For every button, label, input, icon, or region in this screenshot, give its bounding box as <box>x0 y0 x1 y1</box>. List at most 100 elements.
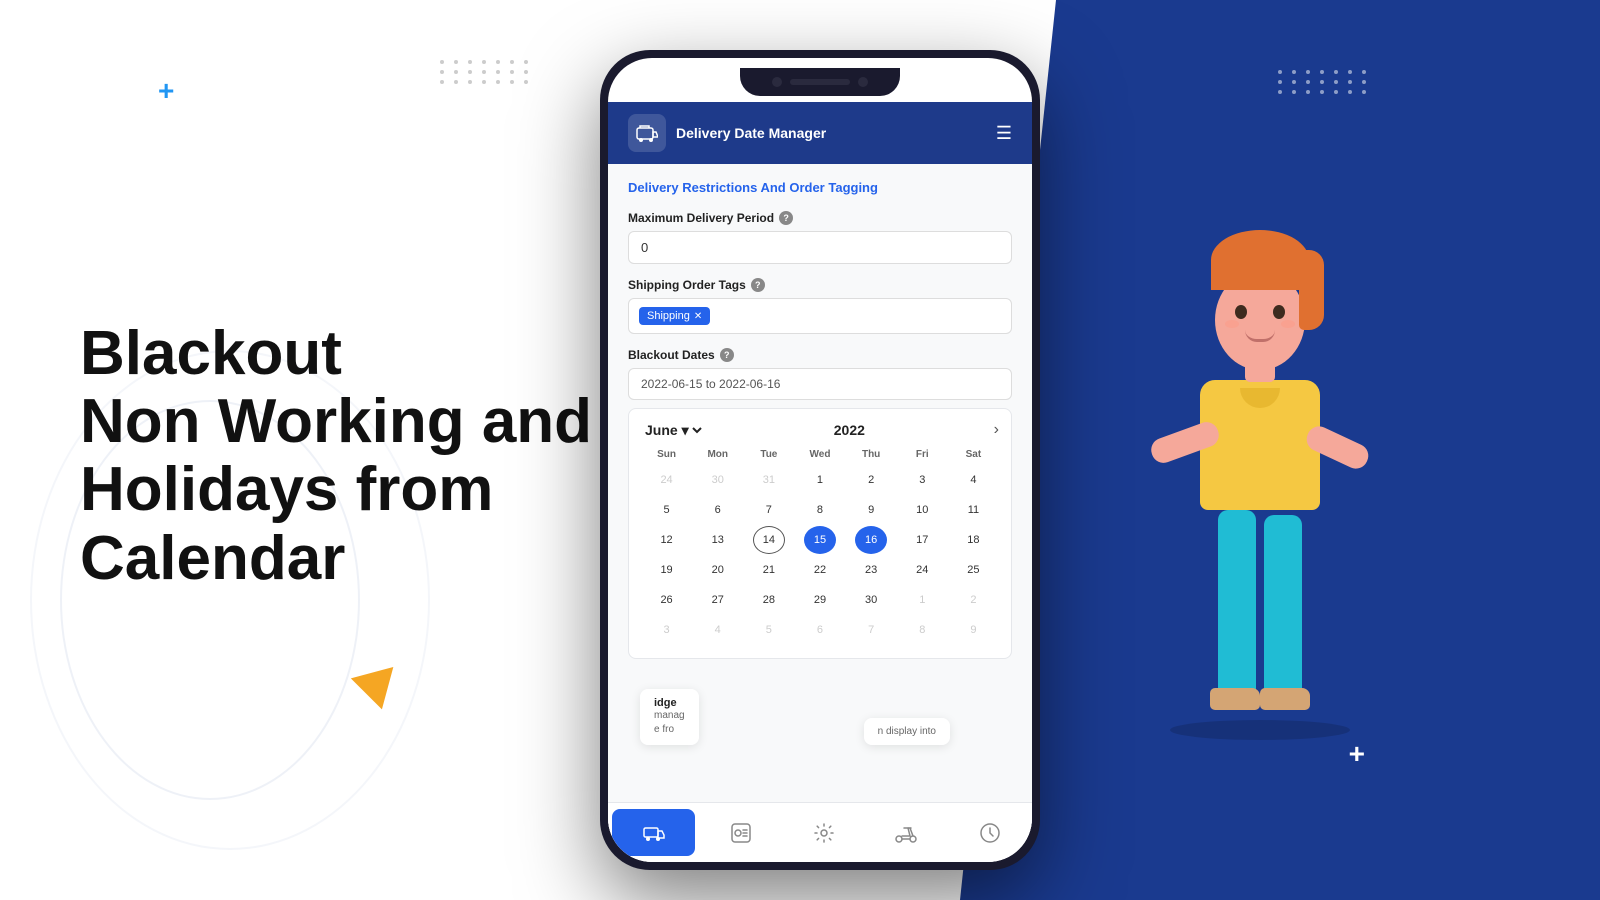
cal-cell[interactable]: 27 <box>702 586 734 614</box>
character-figure <box>1100 130 1420 750</box>
cal-cell[interactable]: 20 <box>702 556 734 584</box>
calendar-year: 2022 <box>834 422 865 438</box>
calendar-header: June ▾ 2022 › <box>641 421 999 439</box>
cal-cell[interactable]: 1 <box>804 466 836 494</box>
phone-notch <box>740 68 900 96</box>
cal-cell[interactable]: 5 <box>753 616 785 644</box>
settings-nav-icon <box>810 819 838 847</box>
orders-nav-icon <box>727 819 755 847</box>
character-hair <box>1211 230 1309 290</box>
cal-cell[interactable]: 13 <box>702 526 734 554</box>
cal-cell[interactable]: 31 <box>753 466 785 494</box>
day-thu: Thu <box>846 449 897 460</box>
day-wed: Wed <box>794 449 845 460</box>
character-shadow <box>1170 720 1350 740</box>
shipping-tag[interactable]: Shipping ✕ <box>639 307 710 325</box>
delivery-nav-icon <box>640 819 668 847</box>
cal-cell[interactable]: 25 <box>957 556 989 584</box>
cal-cell[interactable]: 22 <box>804 556 836 584</box>
cal-cell[interactable]: 30 <box>855 586 887 614</box>
cal-cell[interactable]: 8 <box>804 496 836 524</box>
notch-camera-2 <box>858 77 868 87</box>
cal-cell[interactable]: 10 <box>906 496 938 524</box>
calendar-week-5: 26 27 28 29 30 1 2 <box>641 586 999 614</box>
cal-cell[interactable]: 17 <box>906 526 938 554</box>
app-logo-icon <box>628 114 666 152</box>
nav-item-delivery[interactable] <box>612 809 695 856</box>
character-torso <box>1200 380 1320 510</box>
hamburger-menu-icon[interactable]: ☰ <box>996 123 1012 144</box>
cal-cell[interactable]: 2 <box>957 586 989 614</box>
left-overlay-card: idge manage fro <box>640 689 699 745</box>
cal-cell[interactable]: 7 <box>753 496 785 524</box>
cal-cell[interactable]: 7 <box>855 616 887 644</box>
calendar-grid: Sun Mon Tue Wed Thu Fri Sat 24 <box>641 449 999 644</box>
max-delivery-help-icon[interactable]: ? <box>779 211 793 225</box>
right-overlay-text: n display into <box>878 726 936 737</box>
nav-item-scooter[interactable] <box>866 803 949 862</box>
plus-blue-icon: + <box>158 75 174 107</box>
bottom-nav <box>608 802 1032 862</box>
phone-screen: Delivery Date Manager ☰ Delivery Restric… <box>608 102 1032 862</box>
cal-cell-16-selected[interactable]: 16 <box>855 526 887 554</box>
calendar: June ▾ 2022 › Sun Mon Tue Wed Thu <box>628 408 1012 659</box>
nav-item-orders[interactable] <box>699 803 782 862</box>
cal-cell[interactable]: 6 <box>702 496 734 524</box>
cal-cell[interactable]: 2 <box>855 466 887 494</box>
cal-cell[interactable]: 3 <box>651 616 683 644</box>
month-select[interactable]: June ▾ <box>641 421 705 439</box>
blackout-date-input[interactable]: 2022-06-15 to 2022-06-16 <box>628 368 1012 400</box>
cal-cell[interactable]: 30 <box>702 466 734 494</box>
tag-close-icon[interactable]: ✕ <box>694 311 702 322</box>
cal-cell[interactable]: 11 <box>957 496 989 524</box>
phone-body: Delivery Date Manager ☰ Delivery Restric… <box>600 50 1040 870</box>
day-sat: Sat <box>948 449 999 460</box>
notch-speaker <box>790 79 850 85</box>
cal-cell[interactable]: 9 <box>957 616 989 644</box>
phone-mockup: Delivery Date Manager ☰ Delivery Restric… <box>600 50 1040 870</box>
cal-cell[interactable]: 28 <box>753 586 785 614</box>
right-overlay-card: n display into <box>864 718 950 745</box>
app-header-left: Delivery Date Manager <box>628 114 826 152</box>
day-mon: Mon <box>692 449 743 460</box>
cal-cell[interactable]: 12 <box>651 526 683 554</box>
cal-cell-14[interactable]: 14 <box>753 526 785 554</box>
cal-cell[interactable]: 6 <box>804 616 836 644</box>
cal-cell[interactable]: 24 <box>906 556 938 584</box>
shipping-tags-label: Shipping Order Tags ? <box>628 278 1012 292</box>
shipping-tags-help-icon[interactable]: ? <box>751 278 765 292</box>
blackout-help-icon[interactable]: ? <box>720 348 734 362</box>
cal-cell[interactable]: 8 <box>906 616 938 644</box>
cal-cell[interactable]: 4 <box>957 466 989 494</box>
left-overlay-text: manage fro <box>654 709 685 737</box>
decor-dots-top <box>440 60 532 84</box>
headline-text: Blackout Non Working and Holidays from C… <box>80 320 600 593</box>
calendar-week-3: 12 13 14 15 16 17 18 <box>641 526 999 554</box>
left-overlay-title: idge <box>654 697 685 709</box>
cal-cell[interactable]: 23 <box>855 556 887 584</box>
calendar-week-1: 24 30 31 1 2 3 4 <box>641 466 999 494</box>
day-tue: Tue <box>743 449 794 460</box>
nav-item-settings[interactable] <box>782 803 865 862</box>
cal-cell[interactable]: 5 <box>651 496 683 524</box>
cal-cell[interactable]: 1 <box>906 586 938 614</box>
cal-cell[interactable]: 19 <box>651 556 683 584</box>
calendar-next-button[interactable]: › <box>994 421 999 439</box>
tags-field[interactable]: Shipping ✕ <box>628 298 1012 334</box>
cal-cell[interactable]: 4 <box>702 616 734 644</box>
max-delivery-input[interactable] <box>628 231 1012 264</box>
calendar-week-4: 19 20 21 22 23 24 25 <box>641 556 999 584</box>
app-header: Delivery Date Manager ☰ <box>608 102 1032 164</box>
cal-cell[interactable]: 18 <box>957 526 989 554</box>
cal-cell[interactable]: 21 <box>753 556 785 584</box>
cal-cell[interactable]: 24 <box>651 466 683 494</box>
cal-cell[interactable]: 29 <box>804 586 836 614</box>
cal-cell[interactable]: 3 <box>906 466 938 494</box>
cal-cell-15-selected[interactable]: 15 <box>804 526 836 554</box>
cal-cell[interactable]: 26 <box>651 586 683 614</box>
cal-cell[interactable]: 9 <box>855 496 887 524</box>
day-sun: Sun <box>641 449 692 460</box>
calendar-week-2: 5 6 7 8 9 10 11 <box>641 496 999 524</box>
nav-item-clock[interactable] <box>949 803 1032 862</box>
section-title: Delivery Restrictions And Order Tagging <box>628 180 1012 195</box>
